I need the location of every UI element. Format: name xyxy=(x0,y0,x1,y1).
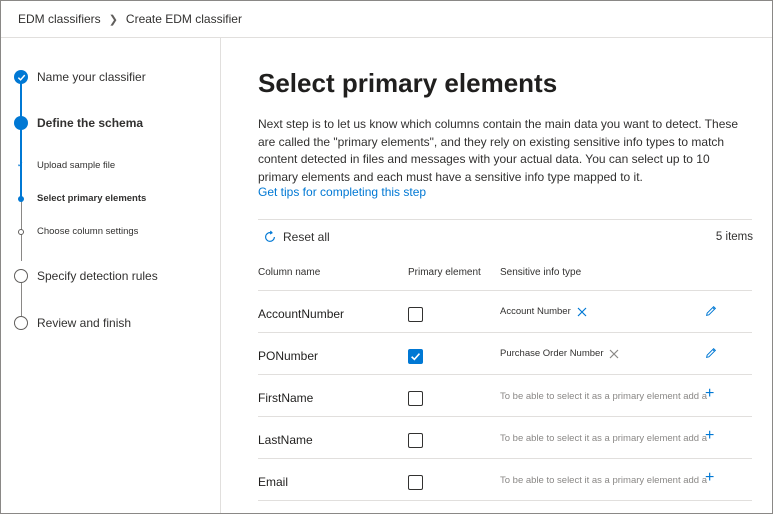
edit-icon[interactable] xyxy=(704,304,718,318)
chevron-right-icon: ❯ xyxy=(108,13,118,26)
divider xyxy=(258,416,752,417)
reset-all-label: Reset all xyxy=(283,230,330,244)
page-description: Next step is to let us know which column… xyxy=(258,117,739,184)
edit-icon[interactable] xyxy=(704,346,718,360)
info-type-hint: To be able to select it as a primary ele… xyxy=(500,475,708,486)
progress-line-pending-2 xyxy=(20,283,22,316)
info-type-hint: To be able to select it as a primary ele… xyxy=(500,433,708,444)
breadcrumb-edm-classifiers[interactable]: EDM classifiers xyxy=(18,12,101,26)
divider xyxy=(258,458,752,459)
divider xyxy=(258,332,752,333)
substep-current-dot-icon xyxy=(18,196,24,202)
remove-icon[interactable] xyxy=(609,349,619,359)
substep-select-primary-elements[interactable]: Select primary elements xyxy=(37,193,146,204)
table-row-name: LastName xyxy=(258,433,313,447)
info-type-hint: To be able to select it as a primary ele… xyxy=(500,391,708,402)
divider xyxy=(258,219,752,220)
step-name-your-classifier[interactable]: Name your classifier xyxy=(37,70,146,84)
step-define-the-schema[interactable]: Define the schema xyxy=(37,116,143,130)
table-row-name: AccountNumber xyxy=(258,307,345,321)
refresh-icon xyxy=(265,230,275,242)
step-current-icon xyxy=(14,116,28,130)
substep-upload-sample-file[interactable]: Upload sample file xyxy=(37,160,115,171)
divider xyxy=(258,290,752,291)
info-type-cell: Purchase Order Number xyxy=(500,348,619,359)
add-info-type-icon[interactable]: + xyxy=(705,470,714,486)
column-header-primary[interactable]: Primary element xyxy=(408,267,481,278)
substep-choose-column-settings[interactable]: Choose column settings xyxy=(37,226,138,237)
wizard-window: EDM classifiers ❯ Create EDM classifier … xyxy=(0,0,773,514)
reset-all-button[interactable]: Reset all xyxy=(263,230,330,244)
step-specify-detection-rules[interactable]: Specify detection rules xyxy=(37,269,158,283)
breadcrumb-create-edm-classifier: Create EDM classifier xyxy=(125,12,242,26)
page-title: Select primary elements xyxy=(258,68,558,98)
add-info-type-icon[interactable]: + xyxy=(705,386,714,402)
table-row-name: FirstName xyxy=(258,391,314,405)
wizard-sidebar: Name your classifier Define the schema ✓… xyxy=(1,38,221,513)
item-count: 5 items xyxy=(715,231,753,243)
remove-icon[interactable] xyxy=(577,307,587,317)
primary-element-checkbox[interactable] xyxy=(408,433,423,448)
info-type-label: Account Number xyxy=(500,306,571,317)
table-row-name: PONumber xyxy=(258,349,319,363)
table-row-name: Email xyxy=(258,475,289,489)
substep-pending-dot-icon xyxy=(18,229,24,235)
add-info-type-icon[interactable]: + xyxy=(705,428,714,444)
tips-link[interactable]: Get tips for completing this step xyxy=(258,185,426,199)
column-header-name[interactable]: Column name xyxy=(258,267,320,278)
primary-element-checkbox[interactable] xyxy=(408,349,423,364)
breadcrumb: EDM classifiers ❯ Create EDM classifier xyxy=(1,1,772,38)
divider xyxy=(258,500,752,501)
substep-done-check-icon: ✓ xyxy=(17,160,24,169)
checkmark-icon xyxy=(411,353,421,361)
step-done-check-icon xyxy=(14,70,28,84)
progress-line xyxy=(20,83,22,201)
step-pending-icon xyxy=(14,269,28,283)
divider xyxy=(258,374,752,375)
primary-element-checkbox[interactable] xyxy=(408,307,423,322)
info-type-label: Purchase Order Number xyxy=(500,348,604,359)
column-header-info-type[interactable]: Sensitive info type xyxy=(500,267,581,278)
step-pending-icon xyxy=(14,316,28,330)
primary-element-checkbox[interactable] xyxy=(408,475,423,490)
info-type-cell: Account Number xyxy=(500,306,587,317)
primary-element-checkbox[interactable] xyxy=(408,391,423,406)
step-review-and-finish[interactable]: Review and finish xyxy=(37,316,131,330)
